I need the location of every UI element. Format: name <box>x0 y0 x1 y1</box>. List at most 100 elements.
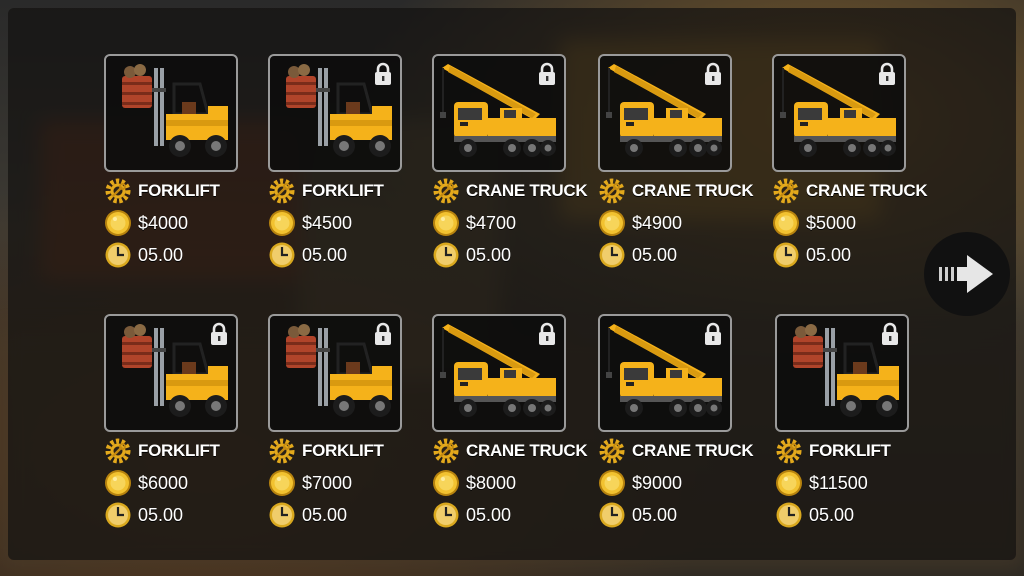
coin-icon <box>599 210 625 236</box>
vehicle-time-row: 05.00 <box>104 500 238 530</box>
gear-wrench-icon <box>599 178 625 204</box>
vehicle-time: 05.00 <box>302 504 348 525</box>
vehicle-time: 05.00 <box>806 244 852 265</box>
gear-wrench-icon <box>773 178 799 204</box>
vehicle-card-9[interactable]: CRANE TRUCK $9000 05.00 <box>598 314 754 530</box>
gear-wrench-icon <box>599 438 625 464</box>
clock-icon <box>599 502 625 528</box>
vehicle-name: FORKLIFT <box>809 441 891 460</box>
vehicle-time: 05.00 <box>632 244 678 265</box>
vehicle-time-row: 05.00 <box>598 240 732 270</box>
vehicle-price-row: $9000 <box>598 468 732 498</box>
clock-icon <box>105 502 131 528</box>
vehicle-card-2[interactable]: FORKLIFT $4500 05.00 <box>268 54 402 270</box>
vehicle-thumbnail[interactable] <box>598 54 732 172</box>
vehicle-price-row: $4900 <box>598 208 732 238</box>
vehicle-thumbnail[interactable] <box>268 314 402 432</box>
vehicle-name-row: FORKLIFT <box>268 436 402 466</box>
coin-icon <box>269 470 295 496</box>
gear-wrench-icon <box>269 438 295 464</box>
vehicle-time: 05.00 <box>632 504 678 525</box>
vehicle-thumbnail[interactable] <box>775 314 909 432</box>
vehicle-time-row: 05.00 <box>772 240 906 270</box>
vehicle-card-10[interactable]: FORKLIFT $11500 05.00 <box>775 314 909 530</box>
arrow-right-icon <box>939 255 993 293</box>
gear-wrench-icon <box>105 178 131 204</box>
coin-icon <box>105 210 131 236</box>
vehicle-thumbnail[interactable] <box>772 54 906 172</box>
vehicle-name-row: FORKLIFT <box>775 436 909 466</box>
vehicle-thumbnail[interactable] <box>432 314 566 432</box>
vehicle-price: $6000 <box>138 472 189 493</box>
vehicle-name: CRANE TRUCK <box>632 441 754 460</box>
vehicle-name-row: CRANE TRUCK <box>432 436 588 466</box>
vehicle-time: 05.00 <box>138 504 184 525</box>
vehicle-name-row: CRANE TRUCK <box>598 176 754 206</box>
coin-icon <box>433 210 459 236</box>
vehicle-price-row: $6000 <box>104 468 238 498</box>
lock-icon <box>539 322 555 345</box>
vehicle-time: 05.00 <box>466 504 512 525</box>
vehicle-price: $8000 <box>466 472 517 493</box>
clock-icon <box>776 502 802 528</box>
vehicle-price-row: $5000 <box>772 208 906 238</box>
lock-icon <box>375 62 391 85</box>
gear-wrench-icon <box>433 438 459 464</box>
clock-icon <box>433 242 459 268</box>
vehicle-card-5[interactable]: CRANE TRUCK $5000 05.00 <box>772 54 928 270</box>
gear-wrench-icon <box>776 438 802 464</box>
vehicle-thumbnail[interactable] <box>104 314 238 432</box>
vehicle-thumbnail[interactable] <box>432 54 566 172</box>
vehicle-thumbnail[interactable] <box>268 54 402 172</box>
vehicle-time-row: 05.00 <box>775 500 909 530</box>
vehicle-price: $4900 <box>632 212 683 233</box>
vehicle-time-row: 05.00 <box>104 240 238 270</box>
vehicle-price-row: $4500 <box>268 208 402 238</box>
vehicle-name-row: CRANE TRUCK <box>432 176 588 206</box>
vehicle-price: $9000 <box>632 472 683 493</box>
next-page-button[interactable] <box>924 232 1010 316</box>
vehicle-name-row: CRANE TRUCK <box>772 176 928 206</box>
vehicle-name-row: FORKLIFT <box>268 176 402 206</box>
vehicle-name: FORKLIFT <box>138 441 220 460</box>
vehicle-time: 05.00 <box>466 244 512 265</box>
gear-wrench-icon <box>105 438 131 464</box>
coin-icon <box>105 470 131 496</box>
vehicle-price-row: $7000 <box>268 468 402 498</box>
vehicle-name-row: CRANE TRUCK <box>598 436 754 466</box>
vehicle-card-3[interactable]: CRANE TRUCK $4700 05.00 <box>432 54 588 270</box>
vehicle-name: FORKLIFT <box>138 181 220 200</box>
vehicle-price-row: $11500 <box>775 468 909 498</box>
vehicle-name: CRANE TRUCK <box>632 181 754 200</box>
vehicle-price: $4000 <box>138 212 189 233</box>
vehicle-card-7[interactable]: FORKLIFT $7000 05.00 <box>268 314 402 530</box>
vehicle-name: CRANE TRUCK <box>466 441 588 460</box>
vehicle-price: $11500 <box>809 472 868 493</box>
vehicle-time-row: 05.00 <box>268 500 402 530</box>
vehicle-name-row: FORKLIFT <box>104 436 238 466</box>
vehicle-thumbnail[interactable] <box>598 314 732 432</box>
vehicle-name: CRANE TRUCK <box>806 181 928 200</box>
vehicle-thumbnail[interactable] <box>104 54 238 172</box>
vehicle-name: FORKLIFT <box>302 181 384 200</box>
vehicle-card-6[interactable]: FORKLIFT $6000 05.00 <box>104 314 238 530</box>
vehicle-card-4[interactable]: CRANE TRUCK $4900 05.00 <box>598 54 754 270</box>
vehicle-price: $7000 <box>302 472 353 493</box>
vehicle-name: FORKLIFT <box>302 441 384 460</box>
vehicle-time-row: 05.00 <box>268 240 402 270</box>
vehicle-price: $4700 <box>466 212 517 233</box>
vehicle-time-row: 05.00 <box>432 500 566 530</box>
clock-icon <box>599 242 625 268</box>
vehicle-card-1[interactable]: FORKLIFT $4000 05.00 <box>104 54 238 270</box>
gear-wrench-icon <box>269 178 295 204</box>
gear-wrench-icon <box>433 178 459 204</box>
vehicle-time-row: 05.00 <box>432 240 566 270</box>
vehicle-price: $4500 <box>302 212 353 233</box>
lock-icon <box>705 322 721 345</box>
clock-icon <box>269 502 295 528</box>
coin-icon <box>599 470 625 496</box>
coin-icon <box>269 210 295 236</box>
vehicle-card-8[interactable]: CRANE TRUCK $8000 05.00 <box>432 314 588 530</box>
vehicle-price-row: $4000 <box>104 208 238 238</box>
clock-icon <box>105 242 131 268</box>
